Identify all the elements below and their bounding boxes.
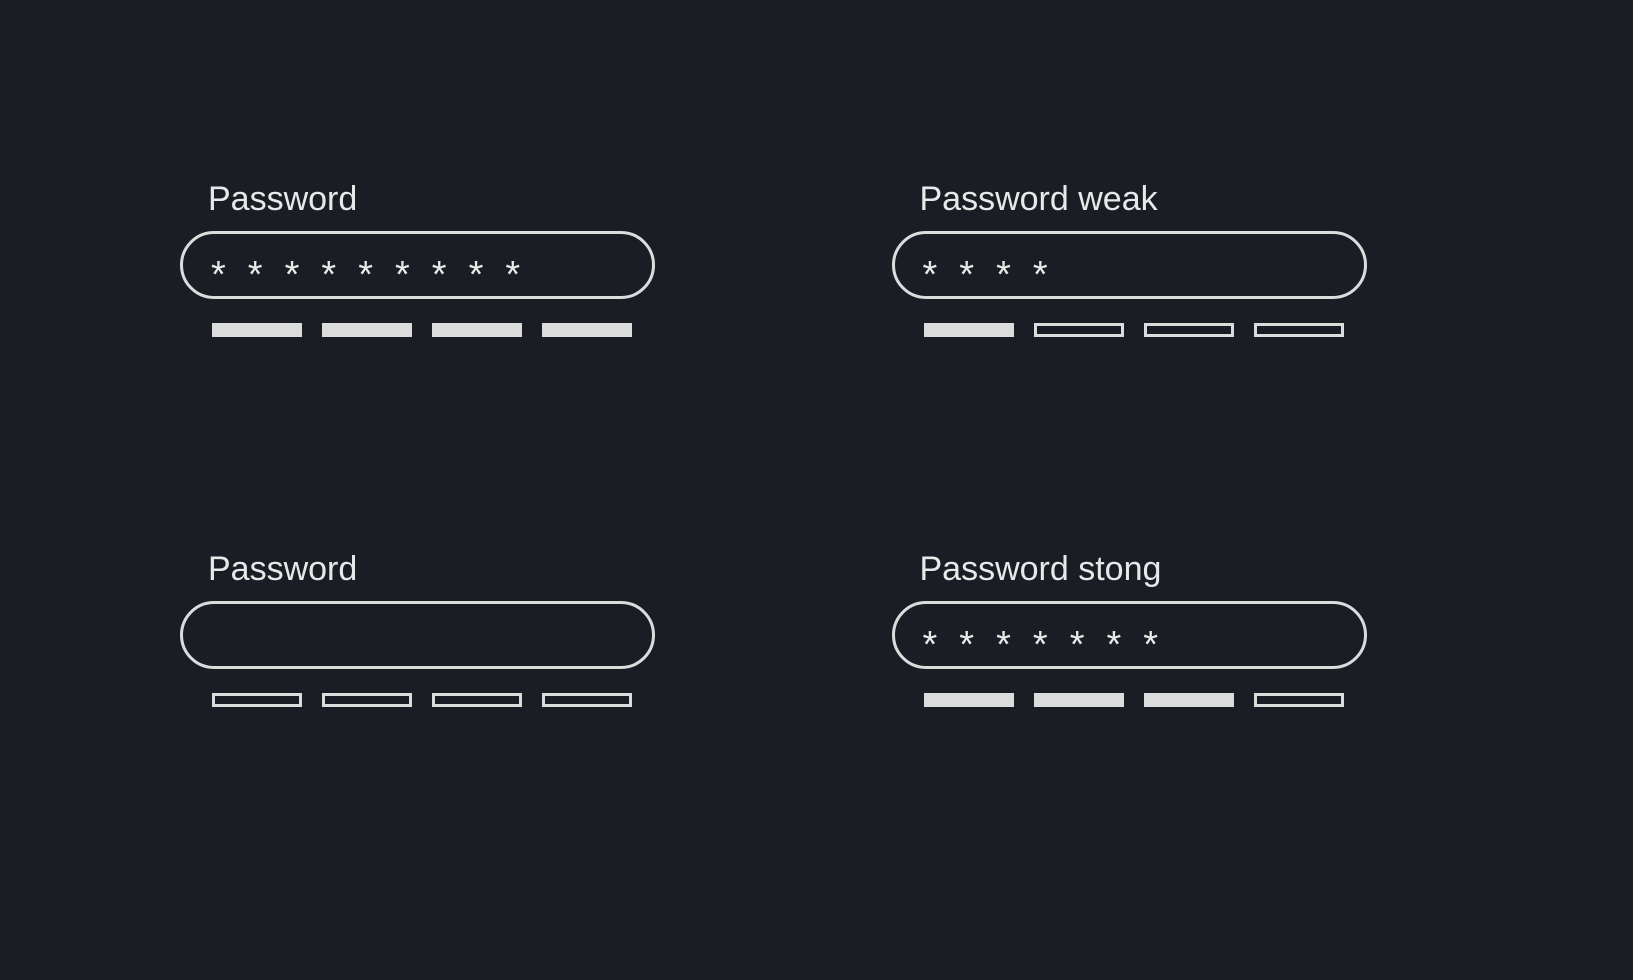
password-mask-char: * <box>923 626 938 664</box>
password-mask-char: * <box>469 256 484 294</box>
password-mask-char: * <box>432 256 447 294</box>
password-group-weak: Password weak * * * * <box>892 180 1454 430</box>
password-group-full: Password * * * * * * * * * <box>180 180 742 430</box>
password-mask-char: * <box>1033 626 1048 664</box>
password-mask-char: * <box>248 256 263 294</box>
strength-segment <box>924 323 1014 337</box>
password-mask-char: * <box>1106 626 1121 664</box>
strength-segment <box>1144 323 1234 337</box>
strength-segment <box>924 693 1014 707</box>
password-input-empty[interactable] <box>180 601 655 669</box>
password-mask-char: * <box>959 626 974 664</box>
password-mask-char: * <box>996 626 1011 664</box>
strength-segment <box>322 323 412 337</box>
password-input-strong[interactable]: * * * * * * * <box>892 601 1367 669</box>
password-mask-char: * <box>1070 626 1085 664</box>
strength-meter-full <box>212 323 632 337</box>
strength-segment <box>1254 693 1344 707</box>
strength-segment <box>212 323 302 337</box>
password-input-weak[interactable]: * * * * <box>892 231 1367 299</box>
strength-segment <box>212 693 302 707</box>
password-mask-char: * <box>395 256 410 294</box>
password-input-full[interactable]: * * * * * * * * * <box>180 231 655 299</box>
password-mask-char: * <box>1033 256 1048 294</box>
password-mask-char: * <box>505 256 520 294</box>
strength-segment <box>432 693 522 707</box>
password-label: Password stong <box>920 550 1454 589</box>
strength-meter-weak <box>924 323 1344 337</box>
strength-segment <box>542 693 632 707</box>
strength-segment <box>1034 693 1124 707</box>
password-label: Password <box>208 180 742 219</box>
password-mask-char: * <box>358 256 373 294</box>
password-label: Password <box>208 550 742 589</box>
strength-segment <box>542 323 632 337</box>
password-group-empty: Password <box>180 550 742 800</box>
strength-segment <box>1254 323 1344 337</box>
password-mask-char: * <box>959 256 974 294</box>
password-mask-char: * <box>285 256 300 294</box>
password-mask-char: * <box>211 256 226 294</box>
password-mask-char: * <box>321 256 336 294</box>
strength-segment <box>322 693 412 707</box>
strength-segment <box>1144 693 1234 707</box>
password-mask-char: * <box>923 256 938 294</box>
password-label: Password weak <box>920 180 1454 219</box>
strength-meter-strong <box>924 693 1344 707</box>
password-mask-char: * <box>1143 626 1158 664</box>
password-group-strong: Password stong * * * * * * * <box>892 550 1454 800</box>
strength-segment <box>1034 323 1124 337</box>
strength-segment <box>432 323 522 337</box>
password-mask-char: * <box>996 256 1011 294</box>
strength-meter-empty <box>212 693 632 707</box>
